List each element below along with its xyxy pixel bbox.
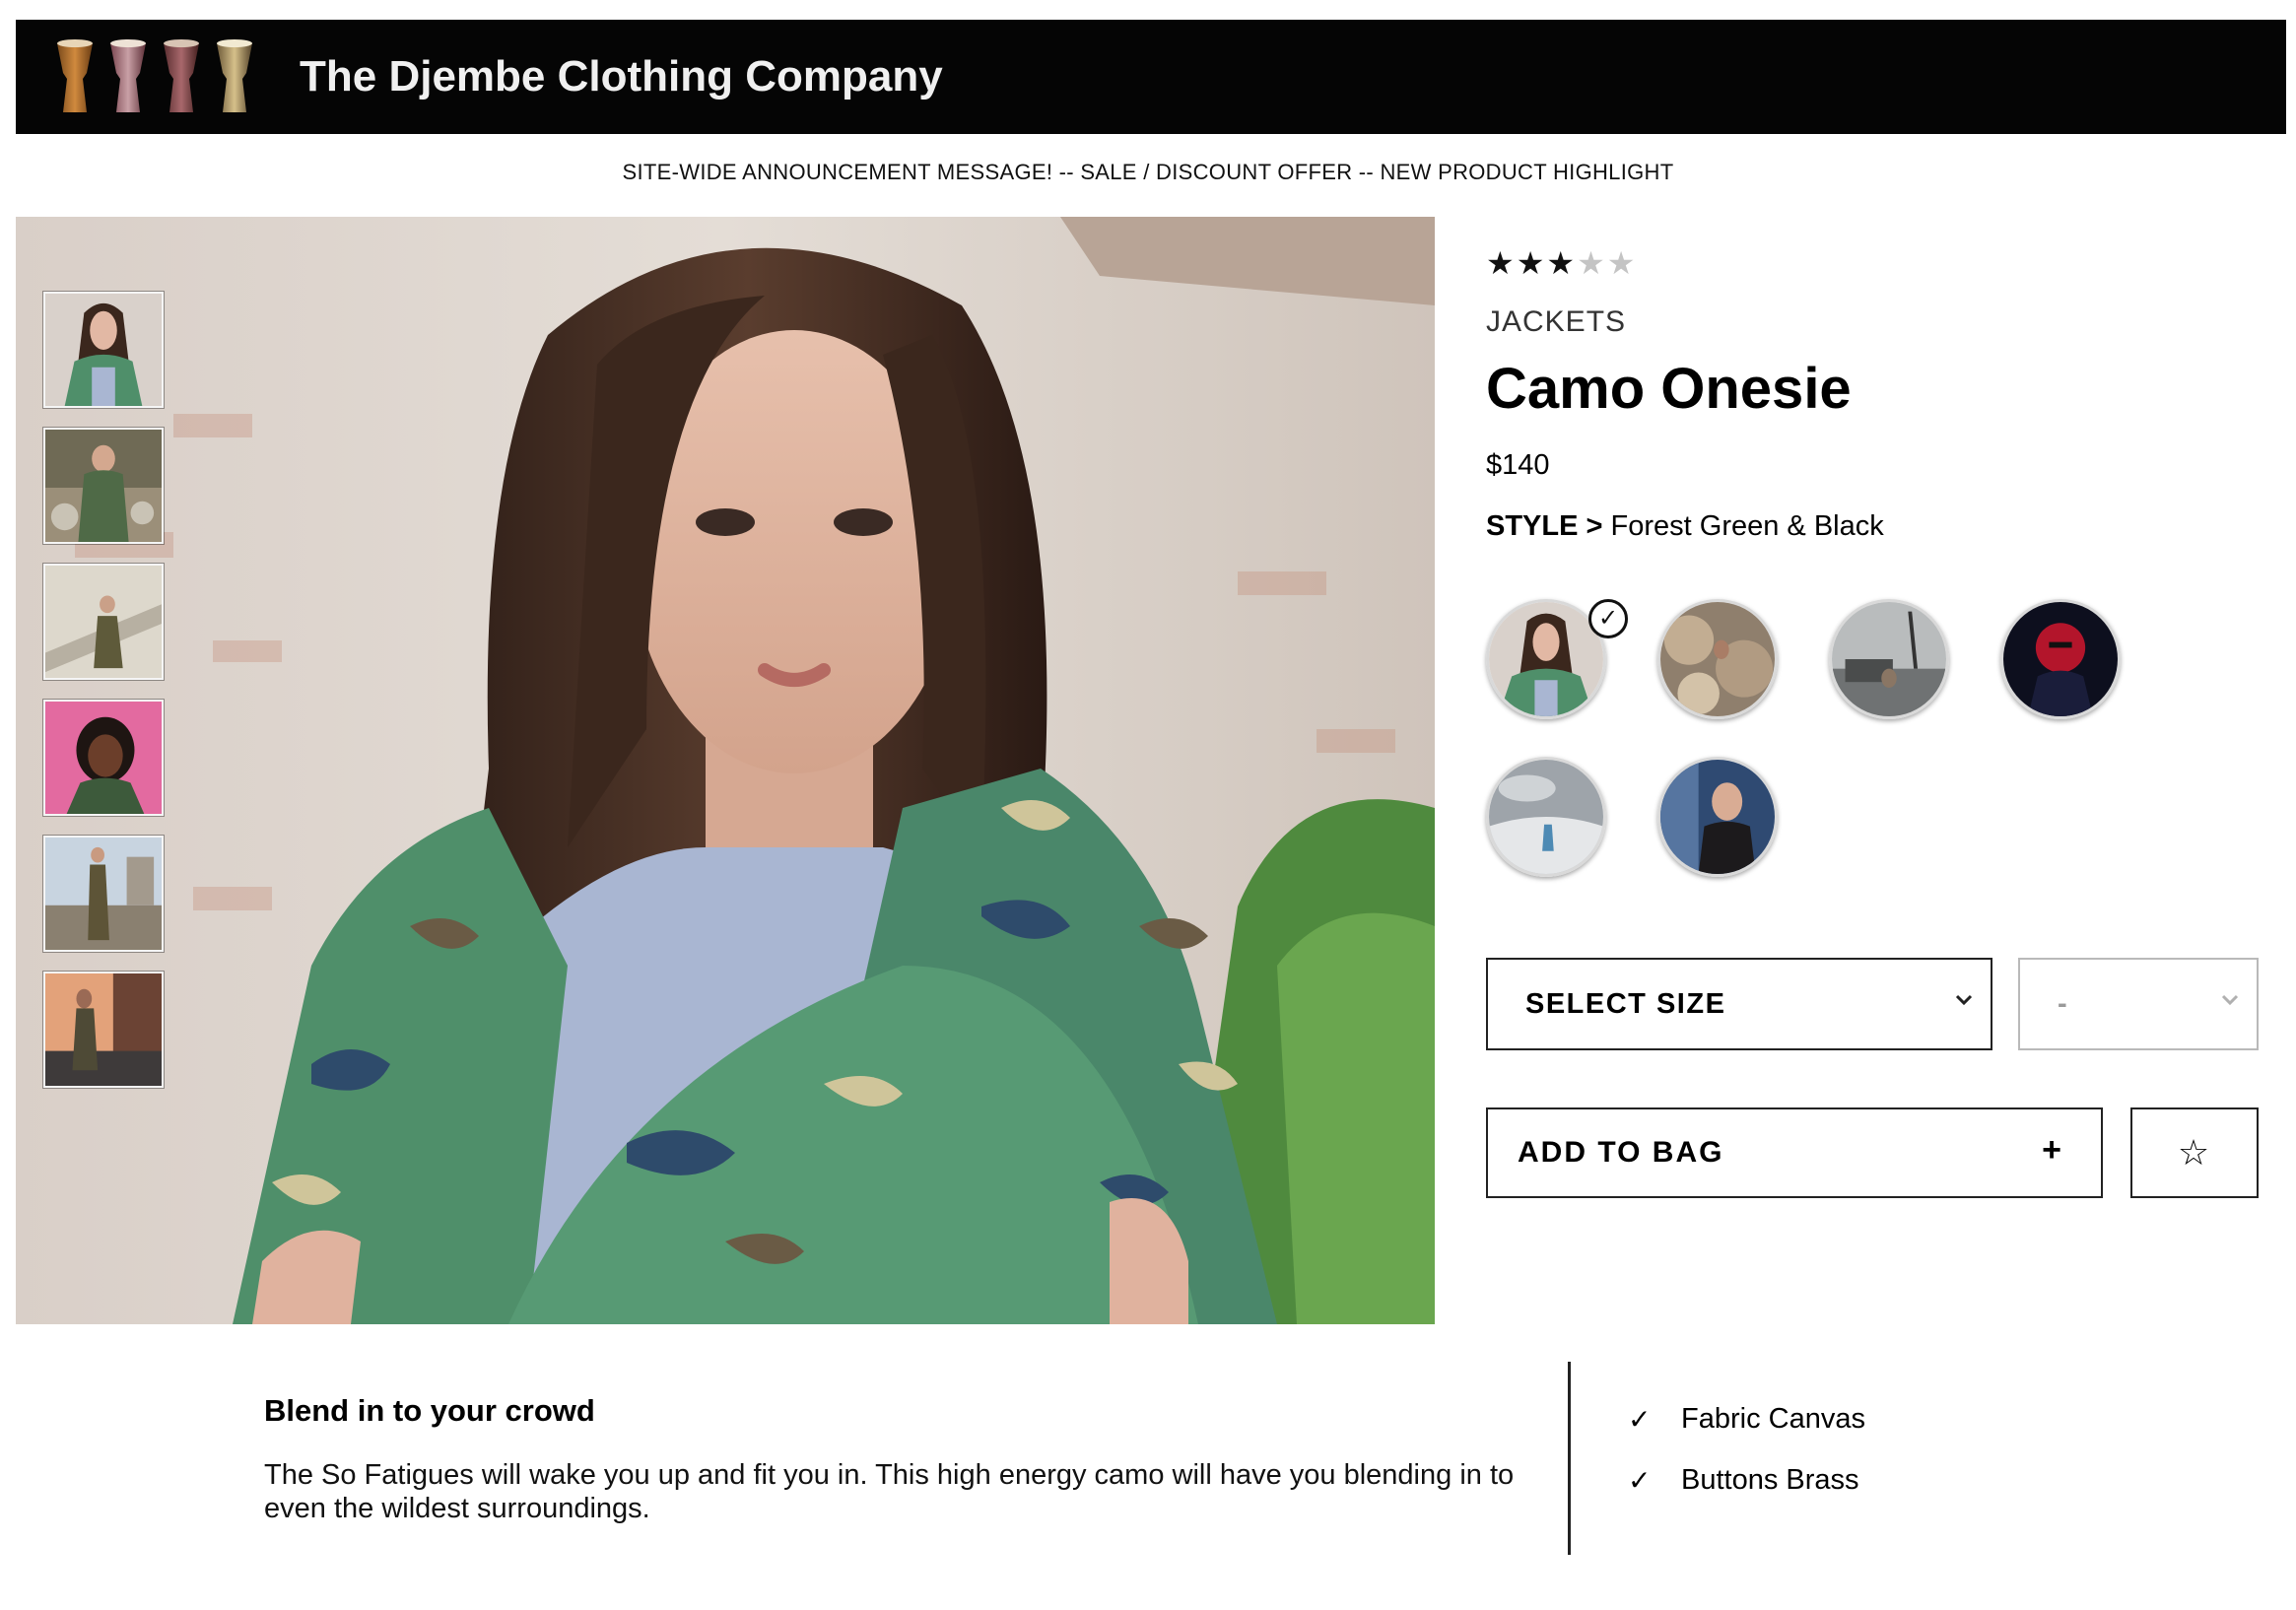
feature-label: Fabric Canvas (1681, 1402, 1865, 1435)
add-to-bag-button[interactable]: ADD TO BAG + (1486, 1107, 2103, 1198)
checkmark-icon: ✓ (1628, 1464, 1652, 1496)
favorite-button[interactable]: ☆ (2130, 1107, 2259, 1198)
feature-item: ✓ Fabric Canvas (1628, 1399, 1865, 1439)
style-value: Forest Green & Black (1610, 510, 1884, 542)
swatch-harbor-grey[interactable] (1829, 599, 1949, 719)
star-outline-icon: ☆ (2177, 1132, 2212, 1173)
description-body: The So Fatigues will wake you up and fit… (264, 1459, 1515, 1524)
thumbnail-camo-jacket-woman[interactable] (43, 292, 164, 408)
swatch-desert-rocks[interactable] (1657, 599, 1778, 719)
brand-name[interactable]: The Djembe Clothing Company (300, 49, 943, 104)
product-category[interactable]: JACKETS (1486, 305, 1626, 339)
size-select[interactable]: SELECT SIZE (1486, 958, 1992, 1050)
chevron-down-icon (1955, 994, 1973, 1006)
quantity-select-value: - (2058, 987, 2069, 1020)
description-heading: Blend in to your crowd (264, 1393, 595, 1428)
selected-check-icon: ✓ (1588, 599, 1628, 638)
announcement-bar: SITE-WIDE ANNOUNCEMENT MESSAGE! -- SALE … (622, 160, 1674, 184)
style-swatches: ✓ (1486, 599, 2195, 885)
main-product-image (16, 217, 1435, 1324)
swatch-red-neon[interactable] (2000, 599, 2121, 719)
star-filled-icon: ★ (1546, 245, 1578, 281)
thumbnail-railway-camo-suit[interactable] (43, 836, 164, 952)
style-selection: STYLE > Forest Green & Black (1486, 510, 1884, 543)
thumbnail-list (43, 292, 166, 1107)
star-filled-icon: ★ (1516, 245, 1547, 281)
swatch-snow-grey[interactable] (1486, 757, 1606, 877)
style-label: STYLE > (1486, 510, 1603, 542)
thumbnail-camo-outfit-rocks[interactable] (43, 428, 164, 544)
product-rating: ★★★★★ (1486, 244, 1637, 282)
product-price: $140 (1486, 449, 1550, 481)
star-empty-icon: ★ (1606, 245, 1638, 281)
thumbnail-pink-background-portrait[interactable] (43, 700, 164, 816)
thumbnail-camo-stairs[interactable] (43, 564, 164, 680)
quantity-select[interactable]: - (2018, 958, 2259, 1050)
add-to-bag-label: ADD TO BAG (1518, 1136, 1724, 1169)
chevron-down-icon (2221, 994, 2239, 1006)
thumbnail-sunset-balcony[interactable] (43, 972, 164, 1088)
product-title: Camo Onesie (1486, 357, 1852, 421)
site-header: The Djembe Clothing Company (16, 20, 2286, 134)
size-select-label: SELECT SIZE (1525, 987, 1726, 1020)
swatch-urban-blue[interactable] (1657, 757, 1778, 877)
star-filled-icon: ★ (1486, 245, 1517, 281)
star-empty-icon: ★ (1577, 245, 1607, 281)
feature-list: ✓ Fabric Canvas ✓ Buttons Brass (1628, 1399, 1865, 1521)
plus-icon: + (2042, 1131, 2063, 1169)
djembe-drums-icon[interactable] (47, 37, 264, 116)
feature-item: ✓ Buttons Brass (1628, 1460, 1865, 1500)
section-divider (1568, 1362, 1571, 1555)
feature-label: Buttons Brass (1681, 1463, 1859, 1496)
product-gallery (16, 217, 1435, 1324)
checkmark-icon: ✓ (1628, 1403, 1652, 1435)
